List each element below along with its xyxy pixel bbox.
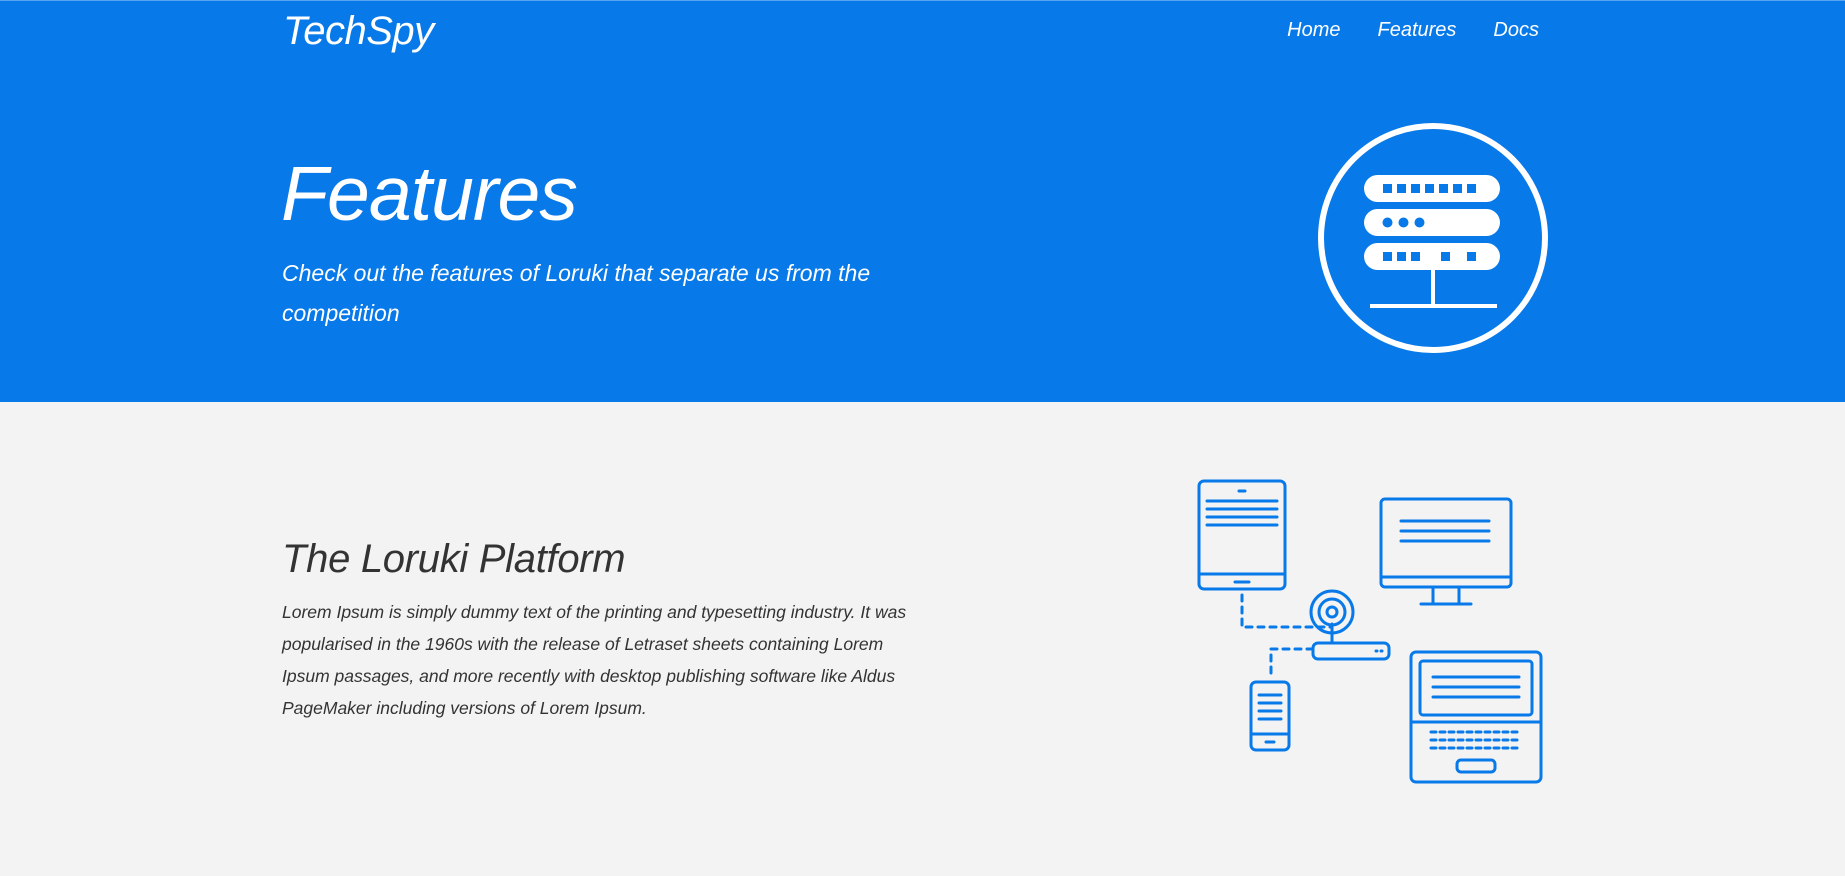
phone-icon — [1249, 680, 1291, 752]
nav-link-features[interactable]: Features — [1377, 19, 1456, 42]
main-nav: Home Features Docs — [1287, 19, 1539, 42]
tablet-icon — [1197, 479, 1287, 591]
section-title: The Loruki Platform — [282, 537, 626, 581]
router-icon — [1309, 589, 1391, 661]
section-body-text: Lorem Ipsum is simply dummy text of the … — [282, 602, 907, 718]
hero-section: TechSpy Home Features Docs Features Chec… — [0, 0, 1845, 402]
nav-link-docs[interactable]: Docs — [1493, 19, 1539, 42]
page-title: Features — [281, 151, 578, 237]
connected-devices-illustration — [1197, 479, 1543, 784]
platform-section: The Loruki Platform Lorem Ipsum is simpl… — [0, 402, 1845, 876]
nav-link-home[interactable]: Home — [1287, 19, 1340, 42]
brand-logo[interactable]: TechSpy — [283, 5, 434, 57]
monitor-icon — [1379, 497, 1513, 606]
laptop-icon — [1409, 650, 1543, 784]
page-subtitle: Check out the features of Loruki that se… — [282, 260, 871, 326]
server-icon — [1318, 123, 1548, 353]
